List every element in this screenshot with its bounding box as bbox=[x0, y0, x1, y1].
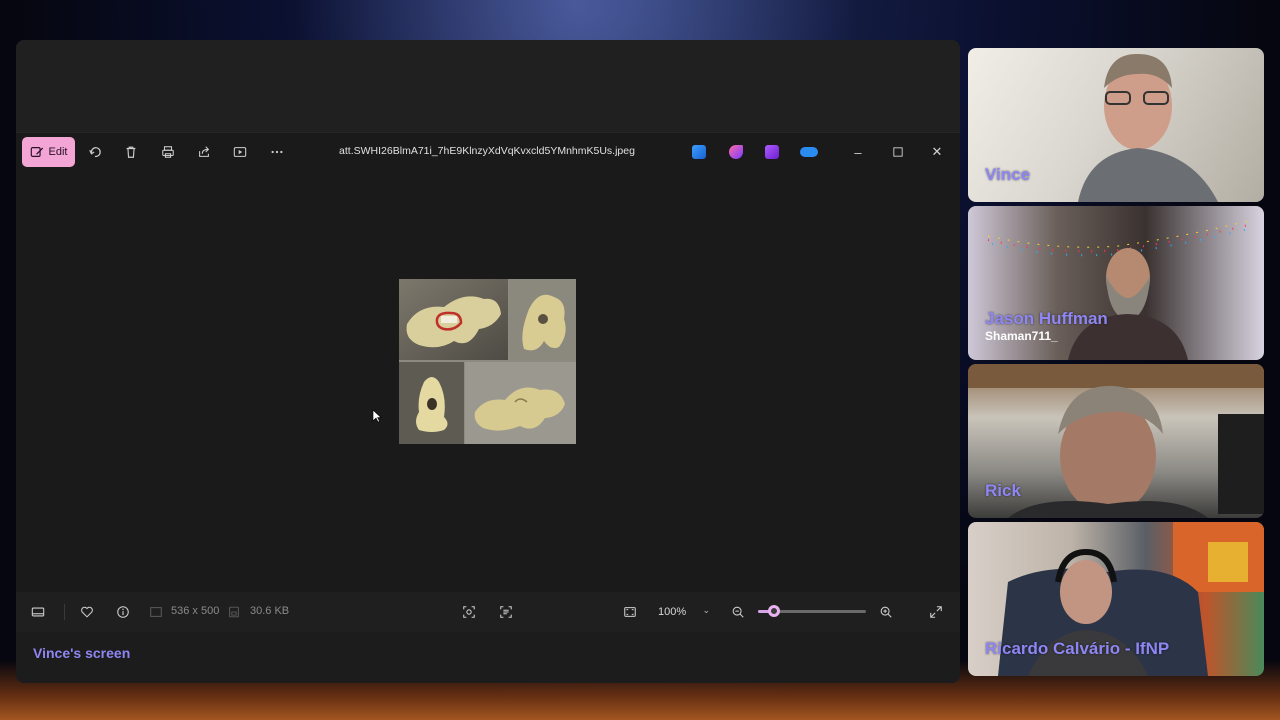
participant-tile-jason[interactable]: Jason Huffman Shaman711_ bbox=[968, 206, 1264, 360]
participant-name: Vince bbox=[985, 165, 1031, 184]
zoom-slider[interactable] bbox=[758, 605, 866, 617]
zoom-level-value: 100% bbox=[658, 606, 687, 618]
file-size: 30.6 KB bbox=[250, 605, 290, 617]
file-size-icon bbox=[226, 604, 242, 620]
participant-tile-vince[interactable]: Vince bbox=[968, 48, 1264, 202]
zoom-slider-thumb[interactable] bbox=[768, 605, 781, 617]
photo-viewer-window: Edit att.SWHI26BlmA71i_7hE9KlnzyXdVqKvxc… bbox=[16, 132, 960, 592]
zoom-out-icon[interactable] bbox=[730, 604, 746, 620]
close-icon[interactable]: ✕ bbox=[927, 142, 947, 162]
designer-app-icon[interactable] bbox=[729, 145, 743, 159]
delete-icon[interactable] bbox=[123, 144, 139, 160]
zoom-level-select[interactable]: 100% ⌄ bbox=[650, 600, 718, 624]
edit-button[interactable]: Edit bbox=[22, 137, 75, 167]
photo-tile-3 bbox=[399, 362, 464, 444]
minimize-icon[interactable]: – bbox=[848, 142, 868, 162]
displayed-photo bbox=[399, 279, 576, 444]
participant-subtitle: Shaman711_ bbox=[985, 329, 1058, 343]
photos-app-icon[interactable] bbox=[692, 145, 706, 159]
edit-label: Edit bbox=[48, 146, 68, 158]
mouse-cursor bbox=[372, 409, 382, 423]
photo-tile-1 bbox=[399, 279, 508, 360]
viewer-toolbar: Edit att.SWHI26BlmA71i_7hE9KlnzyXdVqKvxc… bbox=[16, 133, 960, 171]
maximize-icon[interactable] bbox=[888, 142, 908, 162]
photo-tile-4 bbox=[465, 362, 576, 444]
onedrive-icon[interactable] bbox=[800, 147, 818, 157]
info-icon[interactable] bbox=[115, 604, 131, 620]
participant-name: Ricardo Calvário - IfNP bbox=[985, 639, 1170, 658]
image-size-icon bbox=[148, 604, 164, 620]
divider bbox=[64, 604, 65, 620]
zoom-in-icon[interactable] bbox=[878, 604, 894, 620]
background-sky bbox=[0, 0, 1280, 45]
shared-desktop-area bbox=[16, 40, 960, 132]
image-dimensions: 536 x 500 bbox=[171, 605, 220, 617]
person-silhouette bbox=[1078, 53, 1218, 202]
fullscreen-icon[interactable] bbox=[928, 604, 944, 620]
film-strip-icon[interactable] bbox=[30, 604, 46, 620]
fit-icon[interactable] bbox=[622, 604, 638, 620]
viewer-status-bar: 536 x 500 30.6 KB 100% ⌄ bbox=[16, 592, 960, 632]
photo-tile-2 bbox=[509, 279, 576, 360]
clipchamp-app-icon[interactable] bbox=[765, 145, 779, 159]
participant-tile-ricardo[interactable]: Ricardo Calvário - IfNP bbox=[968, 522, 1264, 676]
chevron-down-icon: ⌄ bbox=[702, 605, 710, 615]
screen-share-panel: Edit att.SWHI26BlmA71i_7hE9KlnzyXdVqKvxc… bbox=[16, 40, 960, 683]
screen-share-label: Vince's screen bbox=[33, 645, 131, 661]
participant-tile-rick[interactable]: Rick bbox=[968, 364, 1264, 518]
share-icon[interactable] bbox=[196, 144, 212, 160]
participant-name: Jason Huffman bbox=[985, 309, 1108, 328]
text-scan-icon[interactable] bbox=[498, 604, 514, 620]
file-name: att.SWHI26BlmA71i_7hE9KlnzyXdVqKvxcld5YM… bbox=[339, 145, 635, 157]
participant-name: Rick bbox=[985, 481, 1021, 500]
edit-icon bbox=[30, 147, 43, 157]
rotate-icon[interactable] bbox=[87, 144, 103, 160]
visual-search-icon[interactable] bbox=[461, 604, 477, 620]
heart-icon[interactable] bbox=[79, 604, 95, 620]
print-icon[interactable] bbox=[160, 144, 176, 160]
